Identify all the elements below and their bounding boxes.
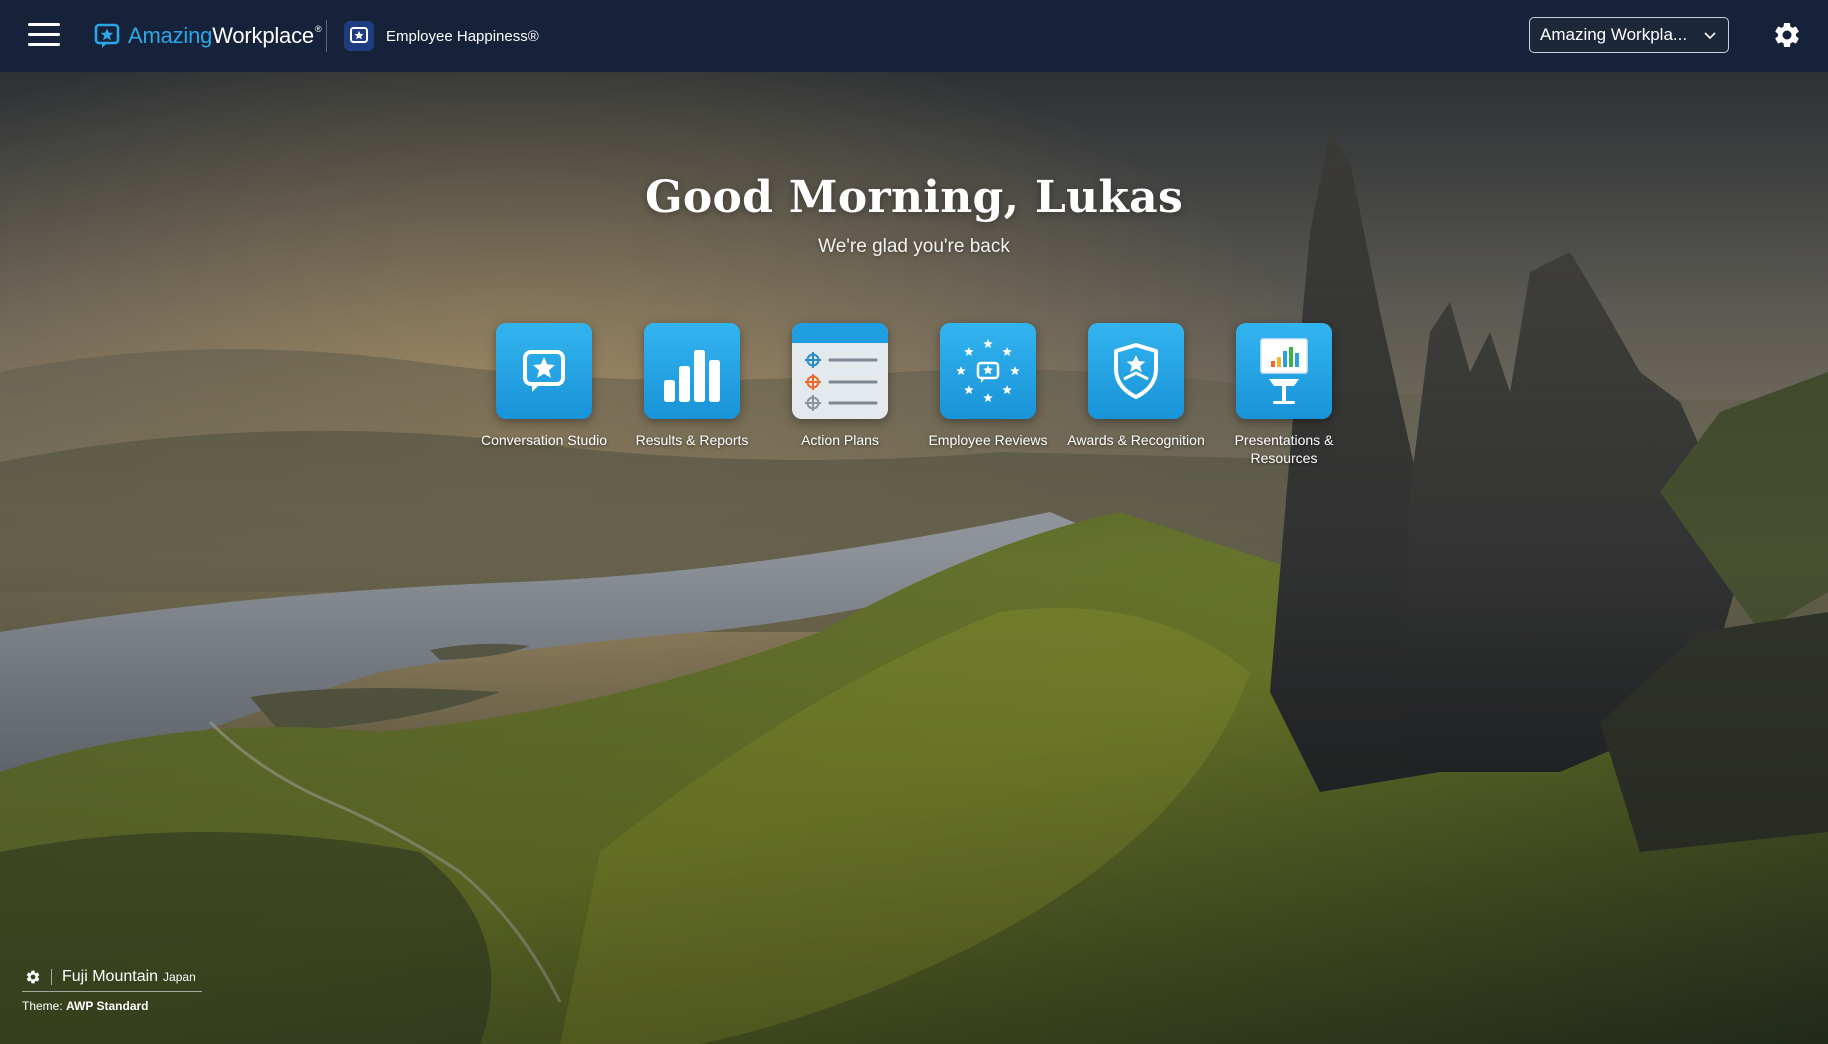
theme-separator <box>51 968 52 985</box>
tile-awards-recognition[interactable]: Awards & Recognition <box>1062 323 1210 449</box>
tile-label: Employee Reviews <box>928 432 1048 448</box>
theme-name-row: Theme: AWP Standard <box>22 999 202 1013</box>
action-plan-list-icon <box>792 323 888 419</box>
product-name: Employee Happiness® <box>386 27 539 45</box>
brand-star-icon <box>94 23 120 48</box>
greeting-heading: Good Morning, Lukas <box>644 172 1184 223</box>
brand-name: AmazingWorkplace® <box>128 23 322 48</box>
theme-location-country: Japan <box>163 969 196 984</box>
small-star-icon <box>1010 366 1020 376</box>
small-star-icon <box>983 339 993 349</box>
small-star-icon <box>964 385 974 395</box>
theme-location-name: Fuji Mountain <box>62 967 159 985</box>
product-switcher[interactable]: Employee Happiness® <box>344 20 539 52</box>
greeting-subtitle: We're glad you're back <box>818 236 1010 257</box>
product-star-icon <box>344 21 374 51</box>
tile-label: Awards & Recognition <box>1067 432 1205 448</box>
tile-action-plans[interactable]: Action Plans <box>766 323 914 449</box>
tile-results-reports[interactable]: Results & Reports <box>618 323 766 449</box>
hamburger-menu-icon[interactable] <box>28 23 60 47</box>
stars-circle-icon <box>940 323 1036 419</box>
tile-presentations-resources[interactable]: Presentations & Resources <box>1210 323 1358 467</box>
theme-settings-gear-icon[interactable] <box>25 969 41 985</box>
small-star-icon <box>964 346 974 356</box>
header-divider <box>326 20 327 52</box>
presentation-board-icon <box>1236 323 1332 419</box>
shield-star-icon <box>1088 323 1184 419</box>
conversation-star-icon <box>496 323 592 419</box>
organization-select-value: Amazing Workpla... <box>1540 25 1688 44</box>
theme-info: Fuji Mountain Japan Theme: AWP Standard <box>22 968 202 1013</box>
chevron-down-icon <box>1704 32 1716 40</box>
tile-label: Results & Reports <box>635 432 749 448</box>
theme-location-row: Fuji Mountain Japan <box>22 968 202 992</box>
small-star-icon <box>983 393 993 403</box>
hero-section: Good Morning, Lukas We're glad you're ba… <box>0 72 1828 1044</box>
tile-label: Conversation Studio <box>480 432 608 448</box>
tile-conversation-studio[interactable]: Conversation Studio <box>470 323 618 449</box>
organization-select[interactable]: Amazing Workpla... <box>1529 17 1729 53</box>
brand-logo[interactable]: AmazingWorkplace® <box>94 22 322 50</box>
small-star-icon <box>956 366 966 376</box>
bar-chart-icon <box>644 323 740 419</box>
theme-label: Theme: <box>22 999 63 1013</box>
tile-label: Action Plans <box>801 432 879 448</box>
tile-employee-reviews[interactable]: Employee Reviews <box>914 323 1062 449</box>
theme-name: AWP Standard <box>66 999 149 1013</box>
top-navigation-bar: AmazingWorkplace® Employee Happiness® Am… <box>0 0 1828 72</box>
gear-icon[interactable] <box>1772 20 1802 50</box>
tile-label: Presentations & Resources <box>1234 432 1334 466</box>
small-star-icon <box>1002 346 1012 356</box>
small-star-icon <box>1002 385 1012 395</box>
